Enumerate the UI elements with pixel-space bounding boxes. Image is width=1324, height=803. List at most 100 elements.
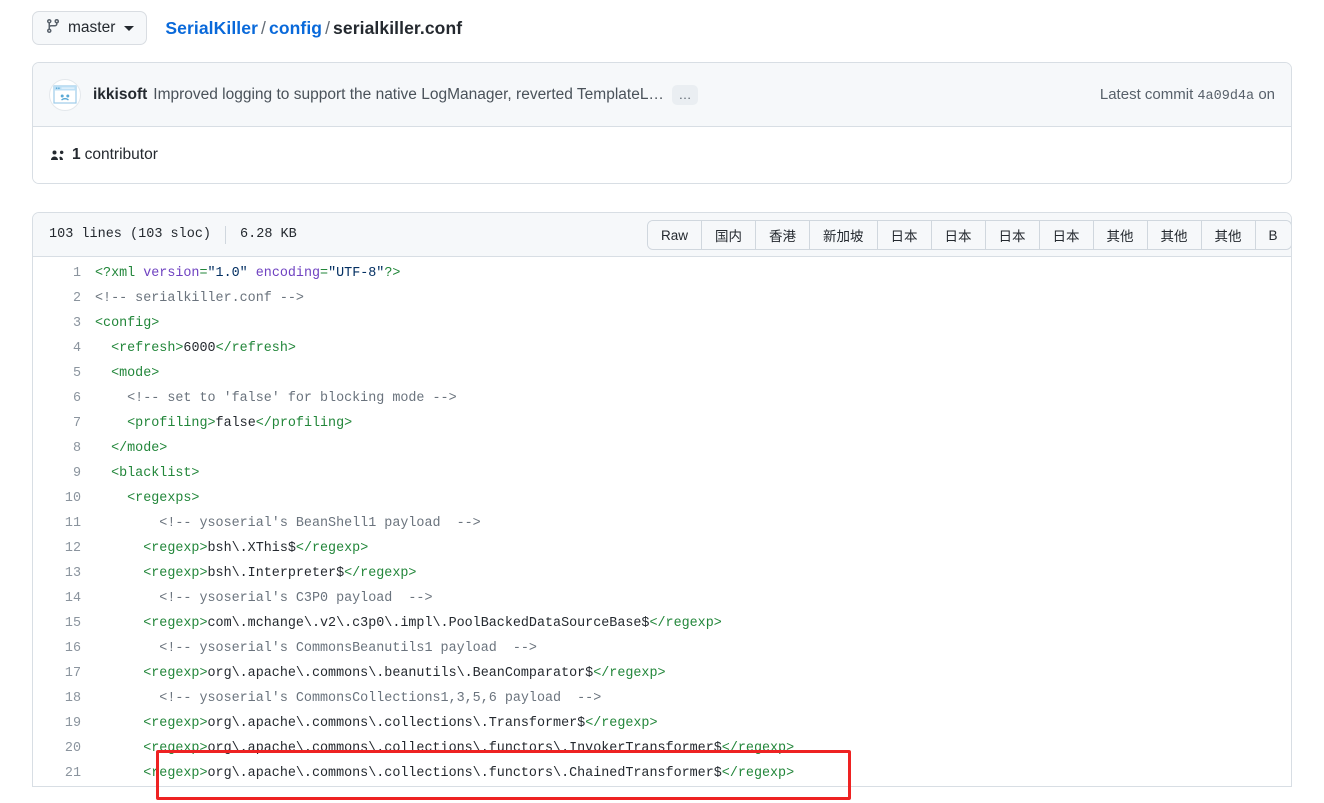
file-action-button-group: Raw 国内 香港 新加坡 日本 日本 日本 日本 其他 其他 其他 B xyxy=(647,220,1291,250)
code-token: <mode> xyxy=(95,366,160,381)
line-number[interactable]: 18 xyxy=(33,686,81,711)
code-line[interactable]: <regexp>org\.apache\.commons\.collection… xyxy=(95,711,1291,736)
code-line[interactable]: <!-- ysoserial's BeanShell1 payload --> xyxy=(95,511,1291,536)
line-number[interactable]: 3 xyxy=(33,311,81,336)
code-line[interactable]: <refresh>6000</refresh> xyxy=(95,336,1291,361)
mirror-button-japan-3[interactable]: 日本 xyxy=(985,221,1040,249)
code-line[interactable]: <regexp>org\.apache\.commons\.collection… xyxy=(95,761,1291,786)
code-line[interactable]: <!-- serialkiller.conf --> xyxy=(95,286,1291,311)
line-number[interactable]: 11 xyxy=(33,511,81,536)
mirror-button-domestic[interactable]: 国内 xyxy=(702,221,757,249)
code-line[interactable]: <regexp>bsh\.XThis$</regexp> xyxy=(95,536,1291,561)
code-token: "1.0" xyxy=(207,266,248,281)
file-meta: 103 lines (103 sloc) 6.28 KB xyxy=(49,225,297,244)
code-line[interactable]: <regexp>bsh\.Interpreter$</regexp> xyxy=(95,561,1291,586)
line-number[interactable]: 8 xyxy=(33,436,81,461)
code-line[interactable]: </mode> xyxy=(95,436,1291,461)
branch-selector-button[interactable]: master xyxy=(32,11,148,45)
code-token: </refresh> xyxy=(215,341,296,356)
code-line[interactable]: <!-- set to 'false' for blocking mode --… xyxy=(95,386,1291,411)
breadcrumb: SerialKiller / config / serialkiller.conf xyxy=(165,18,462,39)
line-number[interactable]: 4 xyxy=(33,336,81,361)
line-number[interactable]: 15 xyxy=(33,611,81,636)
code-token: = xyxy=(199,266,208,281)
code-line[interactable]: <regexp>org\.apache\.commons\.collection… xyxy=(95,736,1291,761)
mirror-button-other-2[interactable]: 其他 xyxy=(1147,221,1202,249)
code-token: </mode> xyxy=(95,441,168,456)
code-token: <regexp> xyxy=(95,541,208,556)
code-line[interactable]: <!-- ysoserial's CommonsBeanutils1 paylo… xyxy=(95,636,1291,661)
line-number[interactable]: 14 xyxy=(33,586,81,611)
branch-icon xyxy=(45,18,61,39)
line-number[interactable]: 5 xyxy=(33,361,81,386)
line-number[interactable]: 13 xyxy=(33,561,81,586)
code-token: <regexps> xyxy=(95,491,200,506)
code-line[interactable]: <blacklist> xyxy=(95,461,1291,486)
line-number[interactable]: 21 xyxy=(33,761,81,786)
mirror-button-other-1[interactable]: 其他 xyxy=(1093,221,1148,249)
code-token: 6000 xyxy=(183,341,216,356)
code-line[interactable]: <!-- ysoserial's CommonsCollections1,3,5… xyxy=(95,686,1291,711)
expand-commit-message-button[interactable]: … xyxy=(671,84,698,105)
code-line[interactable]: <regexp>org\.apache\.commons\.beanutils\… xyxy=(95,661,1291,686)
code-token: <!-- ysoserial's C3P0 payload --> xyxy=(95,591,433,606)
file-content-panel: 103 lines (103 sloc) 6.28 KB Raw 国内 香港 新… xyxy=(32,212,1292,787)
code-viewer: 1 2 3 4 5 6 7 8 9 10 11 12 13 14 15 16 17 18 19 20 21 <?xml … xyxy=(33,257,1291,786)
code-token: <refresh> xyxy=(95,341,184,356)
breadcrumb-current-file: serialkiller.conf xyxy=(333,17,463,38)
line-number[interactable]: 6 xyxy=(33,386,81,411)
line-number[interactable]: 7 xyxy=(33,411,81,436)
line-number-gutter: 1 2 3 4 5 6 7 8 9 10 11 12 13 14 15 16 17 18 19 20 21 xyxy=(33,261,81,786)
line-number[interactable]: 12 xyxy=(33,536,81,561)
code-token: <!-- ysoserial's CommonsBeanutils1 paylo… xyxy=(95,641,537,656)
code-token: <!-- ysoserial's BeanShell1 payload --> xyxy=(95,516,481,531)
code-token: </regexp> xyxy=(721,766,795,781)
mirror-button-singapore[interactable]: 新加坡 xyxy=(810,221,878,249)
meta-divider xyxy=(225,225,227,244)
code-token: bsh\.XThis$ xyxy=(207,541,296,556)
commit-row: ikkisoft Improved logging to support the… xyxy=(33,63,1291,127)
line-number[interactable]: 20 xyxy=(33,736,81,761)
code-token: ?> xyxy=(384,266,401,281)
code-line[interactable]: <?xml version="1.0" encoding="UTF-8"?> xyxy=(95,261,1291,286)
commit-sha-link[interactable]: 4a09d4a xyxy=(1197,89,1254,104)
code-line[interactable]: <config> xyxy=(95,311,1291,336)
code-token: <regexp> xyxy=(95,716,208,731)
line-number[interactable]: 1 xyxy=(33,261,81,286)
code-token: version xyxy=(143,266,200,281)
line-number[interactable]: 17 xyxy=(33,661,81,686)
file-lines-count: 103 lines (103 sloc) xyxy=(49,227,212,242)
line-number[interactable]: 16 xyxy=(33,636,81,661)
mirror-button-other-3[interactable]: 其他 xyxy=(1201,221,1256,249)
code-lines[interactable]: <?xml version="1.0" encoding="UTF-8"?> <!… xyxy=(81,261,1291,786)
line-number[interactable]: 9 xyxy=(33,461,81,486)
code-line[interactable]: <!-- ysoserial's C3P0 payload --> xyxy=(95,586,1291,611)
mirror-button-hongkong[interactable]: 香港 xyxy=(756,221,811,249)
code-token: <regexp> xyxy=(95,566,208,581)
code-token: "UTF-8" xyxy=(328,266,385,281)
code-line[interactable]: <mode> xyxy=(95,361,1291,386)
avatar[interactable] xyxy=(49,78,81,111)
code-line[interactable]: <profiling>false</profiling> xyxy=(95,411,1291,436)
mirror-button-japan-4[interactable]: 日本 xyxy=(1039,221,1094,249)
commit-author-link[interactable]: ikkisoft xyxy=(93,86,147,104)
mirror-button-japan-2[interactable]: 日本 xyxy=(931,221,986,249)
blame-button[interactable]: B xyxy=(1255,221,1291,249)
contributors-row[interactable]: 1 contributor xyxy=(33,127,1291,183)
code-token: </regexp> xyxy=(649,616,722,631)
line-number[interactable]: 2 xyxy=(33,286,81,311)
raw-button[interactable]: Raw xyxy=(648,221,703,249)
breadcrumb-folder-link[interactable]: config xyxy=(269,18,322,38)
code-token: </regexp> xyxy=(295,541,369,556)
breadcrumb-repo-link[interactable]: SerialKiller xyxy=(165,18,258,38)
mirror-button-japan-1[interactable]: 日本 xyxy=(877,221,932,249)
commit-message[interactable]: Improved logging to support the native L… xyxy=(153,86,664,104)
code-line[interactable]: <regexps> xyxy=(95,486,1291,511)
code-line[interactable]: <regexp>com\.mchange\.v2\.c3p0\.impl\.Po… xyxy=(95,611,1291,636)
line-number[interactable]: 10 xyxy=(33,486,81,511)
code-token: <regexp> xyxy=(95,616,208,631)
line-number[interactable]: 19 xyxy=(33,711,81,736)
code-token: </regexp> xyxy=(344,566,417,581)
code-token: org\.apache\.commons\.collections\.funct… xyxy=(207,741,722,756)
